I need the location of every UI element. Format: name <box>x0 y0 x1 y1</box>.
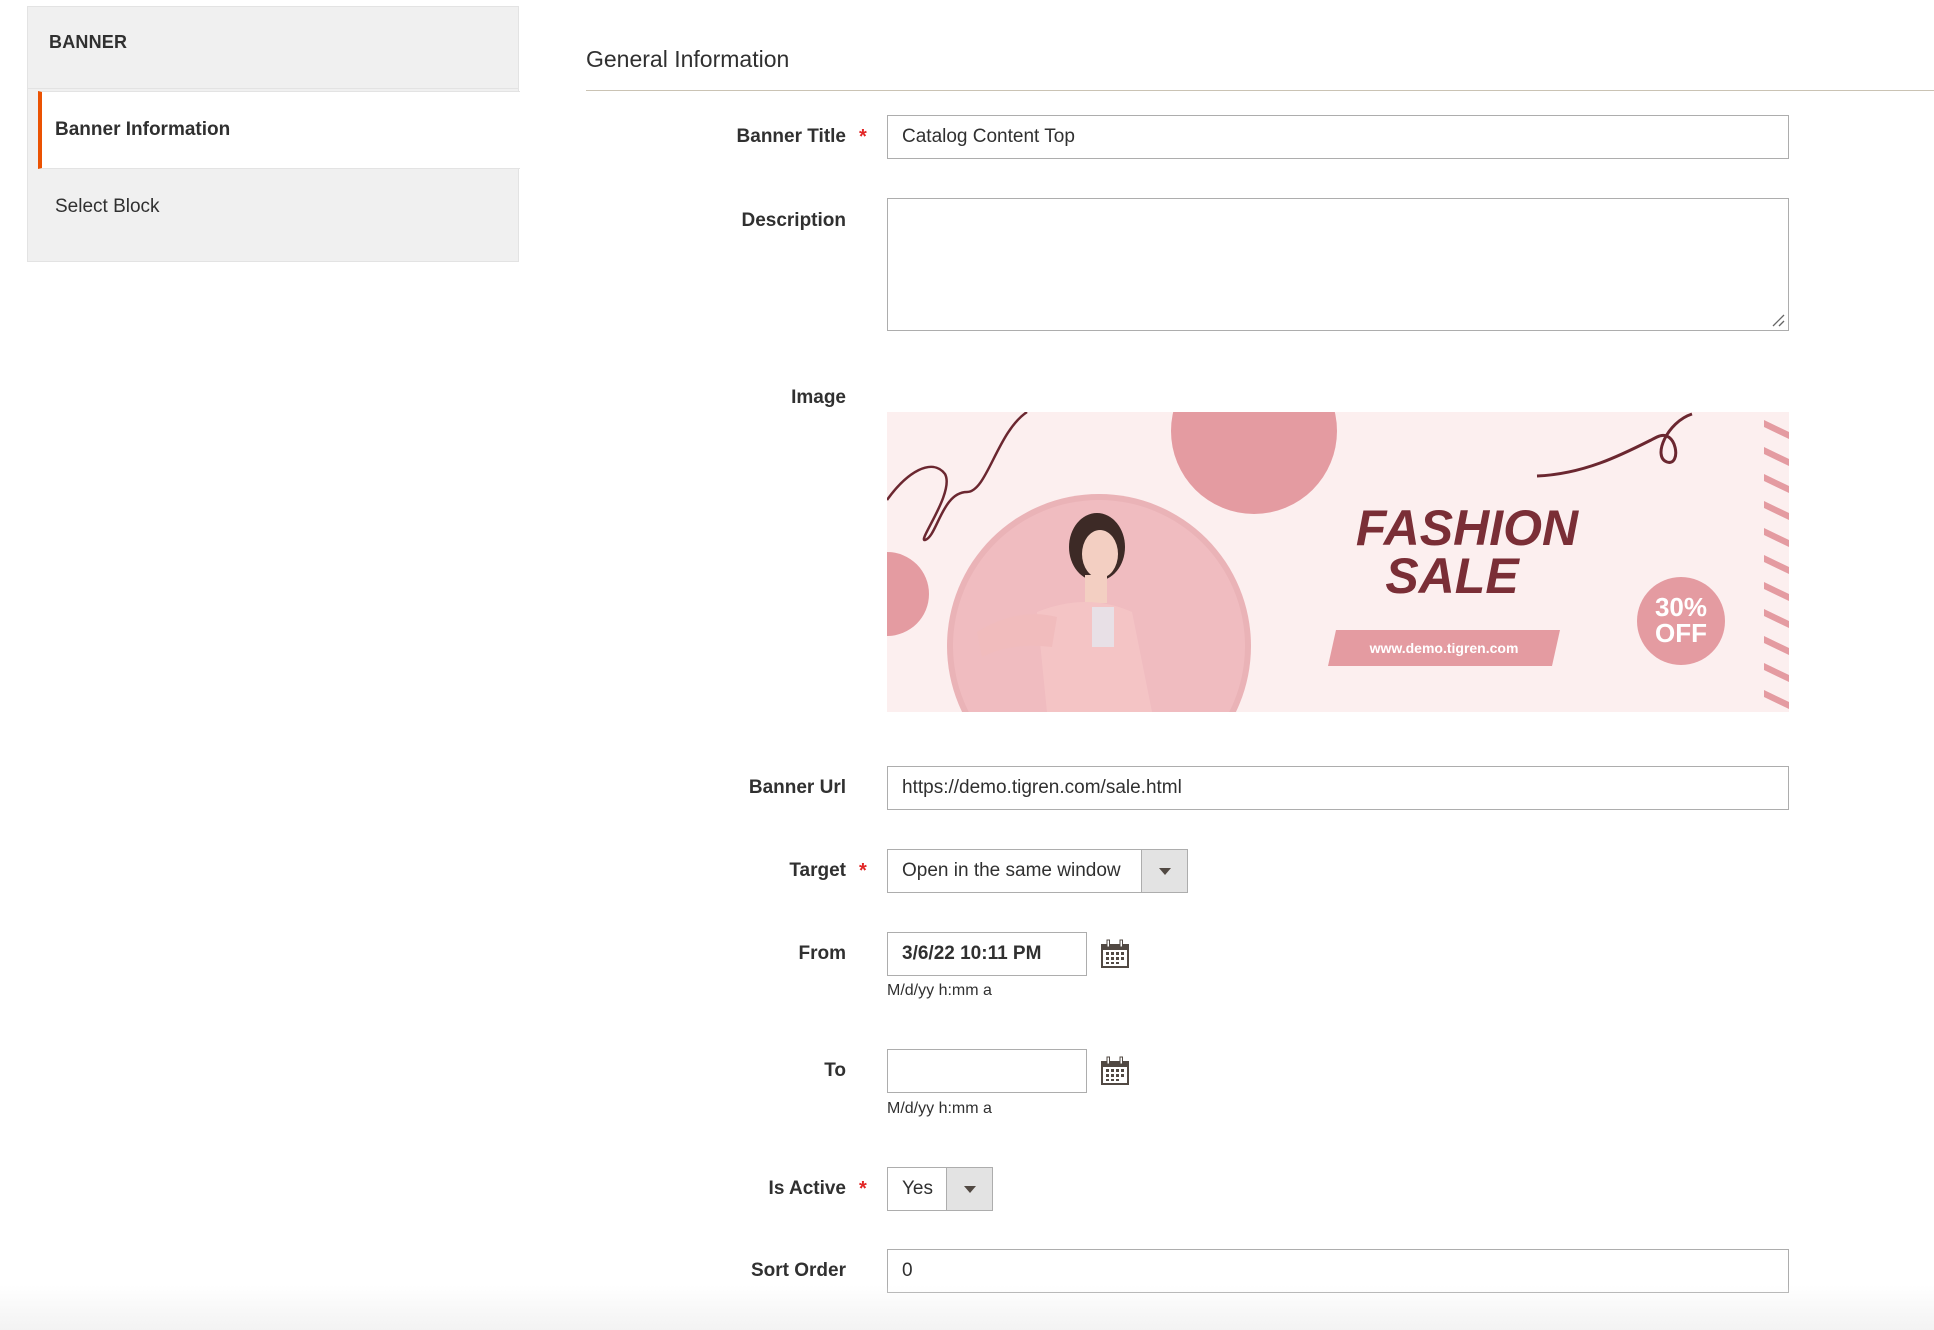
from-label: From <box>798 943 847 964</box>
required-asterisk: * <box>859 126 867 148</box>
description-label: Description <box>741 210 846 231</box>
sidebar-item-select-block[interactable]: Select Block <box>38 169 520 247</box>
chevron-down-icon[interactable] <box>946 1168 992 1210</box>
from-format-hint: M/d/yy h:mm a <box>887 982 992 999</box>
target-label: Target <box>789 860 846 881</box>
banner-title-input[interactable]: Catalog Content Top <box>887 115 1789 159</box>
banner-image-preview: FASHION SALE www.demo.tigren.com 30% OFF <box>887 412 1789 712</box>
sort-order-label: Sort Order <box>750 1260 846 1281</box>
badge-line-2: OFF <box>1655 618 1707 648</box>
target-selected-value: Open in the same window <box>902 860 1121 881</box>
scroll-fade <box>0 1285 1934 1330</box>
is-active-select[interactable]: Yes <box>887 1167 993 1211</box>
image-label: Image <box>791 387 846 408</box>
banner-title-label: Banner Title <box>736 126 846 147</box>
banner-headline-2: SALE <box>1385 548 1520 604</box>
description-textarea[interactable] <box>887 198 1789 331</box>
sidebar-title: BANNER <box>49 32 128 52</box>
calendar-icon[interactable] <box>1100 939 1130 969</box>
banner-url-text: www.demo.tigren.com <box>1369 640 1519 656</box>
to-label: To <box>824 1060 846 1081</box>
sidebar-nav: BANNER Banner Information Select Block <box>27 6 520 262</box>
banner-url-label: Banner Url <box>748 777 846 798</box>
sidebar-header: BANNER <box>28 7 518 89</box>
target-select[interactable]: Open in the same window <box>887 849 1188 893</box>
sidebar-item-banner-information[interactable]: Banner Information <box>38 91 520 169</box>
required-asterisk: * <box>859 860 867 882</box>
required-asterisk: * <box>859 1178 867 1200</box>
banner-url-input[interactable]: https://demo.tigren.com/sale.html <box>887 766 1789 810</box>
from-date-input[interactable]: 3/6/22 10:11 PM <box>887 932 1087 976</box>
is-active-selected-value: Yes <box>902 1178 933 1199</box>
calendar-icon[interactable] <box>1100 1056 1130 1086</box>
sidebar-item-label: Select Block <box>55 196 160 217</box>
resize-handle-icon[interactable] <box>1771 313 1785 327</box>
to-date-input[interactable] <box>887 1049 1087 1093</box>
chevron-down-icon[interactable] <box>1141 850 1187 892</box>
section-divider <box>586 90 1934 91</box>
section-title: General Information <box>586 46 790 72</box>
to-format-hint: M/d/yy h:mm a <box>887 1100 992 1117</box>
banner-artwork: FASHION SALE www.demo.tigren.com 30% OFF <box>887 412 1789 712</box>
is-active-label: Is Active <box>768 1178 846 1199</box>
sidebar-item-label: Banner Information <box>55 119 231 140</box>
